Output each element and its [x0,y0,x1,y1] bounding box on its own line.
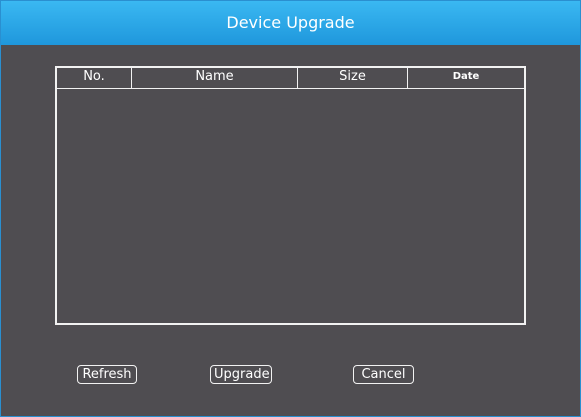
cancel-button[interactable]: Cancel [353,365,414,384]
dialog-title: Device Upgrade [1,1,580,45]
upgrade-file-table: No. Name Size Date [55,66,526,325]
column-header-no[interactable]: No. [57,68,132,88]
table-header: No. Name Size Date [57,68,524,89]
column-header-size[interactable]: Size [298,68,408,88]
upgrade-button[interactable]: Upgrade [210,365,272,384]
column-header-date[interactable]: Date [408,68,524,88]
table-body[interactable] [57,89,524,323]
refresh-button[interactable]: Refresh [77,365,137,384]
device-upgrade-dialog: Device Upgrade No. Name Size Date Refres… [0,0,581,417]
column-header-name[interactable]: Name [132,68,298,88]
